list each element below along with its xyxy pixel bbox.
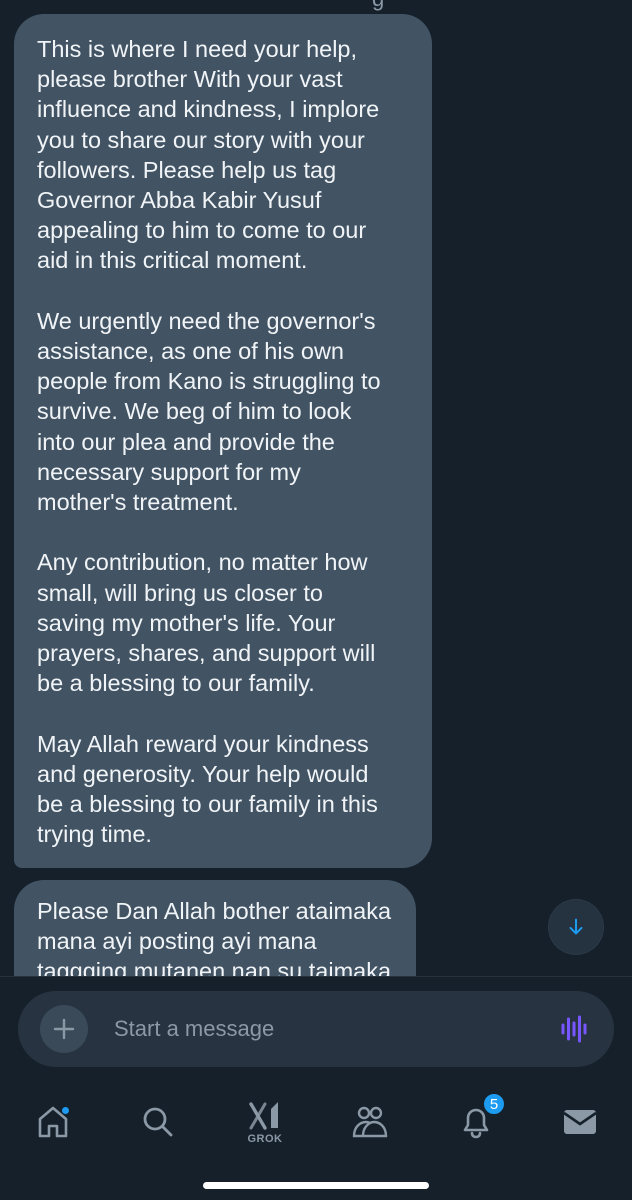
composer-bar	[0, 976, 632, 1076]
voice-wave-icon	[561, 1015, 587, 1043]
nav-messages[interactable]	[548, 1090, 612, 1154]
nav-search[interactable]	[126, 1090, 190, 1154]
message-bubble[interactable]: This is where I need your help, please b…	[14, 14, 432, 868]
message-bubble[interactable]: Please Dan Allah bother ataimaka mana ay…	[14, 880, 416, 976]
message-thread[interactable]: g This is where I need your help, please…	[0, 0, 632, 976]
message-input[interactable]	[114, 1009, 554, 1049]
message-composer	[18, 991, 614, 1067]
search-icon	[143, 1107, 173, 1137]
arrow-down-icon	[569, 918, 583, 935]
bottom-nav: GROK 5	[0, 1076, 632, 1200]
truncated-text: g	[372, 0, 384, 12]
plus-icon	[53, 1018, 75, 1040]
notification-count-badge: 5	[482, 1092, 506, 1116]
nav-notifications[interactable]: 5	[444, 1090, 508, 1154]
nav-grok[interactable]: GROK	[233, 1090, 297, 1154]
mail-icon	[563, 1110, 597, 1134]
communities-icon	[352, 1106, 388, 1138]
home-indicator	[203, 1182, 429, 1189]
grok-label: GROK	[247, 1132, 283, 1145]
new-content-dot	[61, 1106, 70, 1115]
scroll-to-bottom-button[interactable]	[549, 900, 603, 954]
grok-icon	[249, 1101, 278, 1130]
attach-button[interactable]	[40, 1005, 88, 1053]
nav-home[interactable]	[21, 1090, 85, 1154]
nav-communities[interactable]	[338, 1090, 402, 1154]
voice-message-button[interactable]	[554, 1011, 594, 1047]
messages-screen: g This is where I need your help, please…	[0, 0, 632, 1200]
